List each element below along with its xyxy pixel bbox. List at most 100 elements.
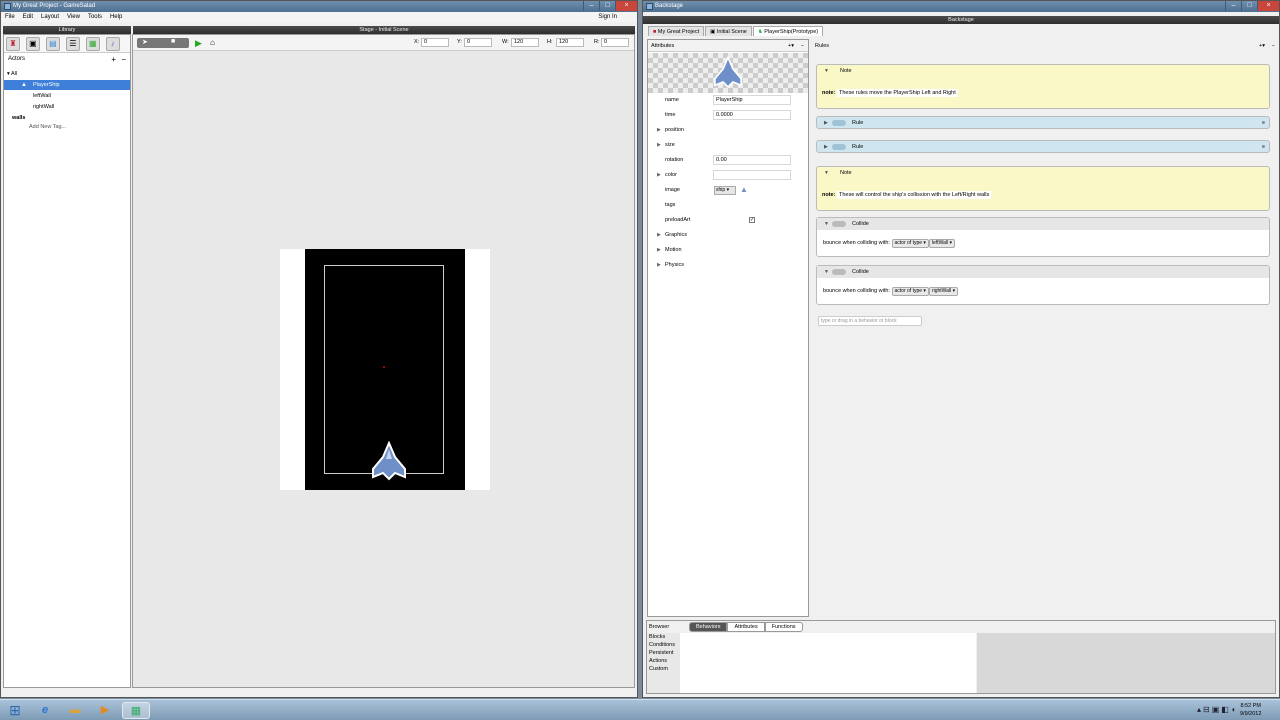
tray-icons[interactable]: ▴⊟▣◧◖ [1197, 705, 1238, 714]
menu-help[interactable]: Help [106, 12, 126, 22]
collapse-all-icon[interactable]: ▾ [7, 71, 10, 77]
tree-all[interactable]: All [11, 71, 17, 77]
rule-block-2[interactable]: ▶ Rule ≡ [816, 140, 1270, 153]
arrow-tool-icon[interactable]: ➤ [142, 38, 148, 46]
start-button[interactable]: ⊞ [3, 702, 27, 719]
behavior-toggle[interactable] [832, 269, 846, 275]
add-rule-button[interactable]: +▾ [1259, 40, 1265, 52]
media-player-icon[interactable]: ▶ [93, 702, 117, 719]
behavior-drop-input[interactable]: type or drag in a behavior or block [818, 316, 922, 326]
menu-tools[interactable]: Tools [84, 12, 106, 22]
clock-time[interactable]: 8:52 PM [1240, 702, 1261, 710]
explorer-folder-icon[interactable]: ▬ [63, 702, 87, 719]
tree-item-playership[interactable]: ▲ PlayerShip [4, 80, 130, 90]
rotation-input[interactable]: 0.00 [713, 155, 791, 165]
sign-in-link[interactable]: Sign In [594, 12, 621, 22]
attr-color[interactable]: ▶ color [648, 169, 808, 181]
tree-item-rightwall[interactable]: rightWall [4, 102, 130, 112]
scenes-tab-icon[interactable]: ▣ [25, 37, 40, 51]
category-persistent[interactable]: Persistent [649, 649, 680, 657]
remove-actor-button[interactable]: − [121, 55, 126, 64]
close-button[interactable]: × [1257, 1, 1279, 11]
attr-position[interactable]: ▶ position [648, 124, 808, 136]
rule-toggle[interactable] [832, 144, 846, 150]
category-conditions[interactable]: Conditions [649, 641, 680, 649]
y-input[interactable]: 0 [464, 38, 492, 47]
internet-explorer-icon[interactable]: e [33, 702, 57, 719]
menu-view[interactable]: View [63, 12, 84, 22]
images-tab-icon[interactable]: ▤ [45, 37, 60, 51]
attr-size[interactable]: ▶ size [648, 139, 808, 151]
add-new-tag[interactable]: Add New Tag... [29, 124, 66, 130]
close-button[interactable]: × [615, 1, 637, 11]
drag-handle-icon[interactable]: ≡ [1262, 141, 1265, 153]
window-titlebar[interactable]: My Great Project - GameSalad [1, 1, 637, 12]
maximize-button[interactable]: □ [599, 1, 615, 11]
note-text[interactable]: These will control the ship's collission… [836, 191, 992, 199]
browser-list[interactable] [680, 633, 976, 693]
time-input[interactable]: 0.0000 [713, 110, 791, 120]
collide-block-2[interactable]: ▼ Collide bounce when colliding with: act… [816, 265, 1270, 305]
tab-attributes[interactable]: Attributes [727, 622, 765, 632]
expand-icon[interactable]: ▶ [824, 141, 828, 153]
play-icon[interactable]: ▶ [195, 38, 202, 49]
note-block-1[interactable]: ▼ Note note: These rules move the PlayerS… [816, 64, 1270, 109]
category-custom[interactable]: Custom [649, 665, 680, 673]
tab-scene[interactable]: ▣ Initial Scene [705, 26, 752, 36]
tree-item-leftwall[interactable]: leftWall [4, 91, 130, 101]
collapse-icon[interactable]: ▼ [824, 167, 829, 179]
sounds-tab-icon[interactable]: ♪ [105, 37, 120, 51]
behavior-toggle[interactable] [832, 221, 846, 227]
color-swatch[interactable] [713, 170, 791, 180]
collide-block-1[interactable]: ▼ Collide bounce when colliding with: act… [816, 217, 1270, 257]
camera-tool-icon[interactable]: ■ [171, 38, 175, 45]
h-input[interactable]: 120 [556, 38, 584, 47]
menu-edit[interactable]: Edit [19, 12, 37, 22]
image-select[interactable]: ship ▾ [714, 186, 736, 195]
tag-walls[interactable]: walls [12, 115, 25, 121]
behaviors-tab-icon[interactable]: ☰ [65, 37, 80, 51]
clock-date[interactable]: 9/9/2012 [1240, 710, 1261, 718]
playership-actor[interactable] [367, 441, 411, 483]
name-input[interactable]: PlayerShip [713, 95, 791, 105]
rule-toggle[interactable] [832, 120, 846, 126]
media-tab-icon[interactable]: ▦ [85, 37, 100, 51]
add-actor-button[interactable]: + [111, 55, 116, 64]
window-titlebar[interactable]: Backstage [643, 1, 1279, 12]
actor-type-select[interactable]: actor of type ▾ [891, 239, 929, 248]
minimize-button[interactable]: – [583, 1, 599, 11]
attr-graphics[interactable]: ▶ Graphics [648, 229, 808, 241]
tab-behaviors[interactable]: Behaviors [689, 622, 728, 632]
r-input[interactable]: 0 [601, 38, 629, 47]
actor-type-select[interactable]: actor of type ▾ [891, 287, 929, 296]
menu-layout[interactable]: Layout [37, 12, 63, 22]
remove-attribute-button[interactable]: − [801, 40, 804, 52]
gamesalad-taskbar-icon[interactable]: ▦ [122, 702, 150, 719]
tab-actor[interactable]: ♞ PlayerShip(Prototype) [752, 26, 824, 36]
reset-icon[interactable]: ⌂ [210, 38, 215, 47]
note-text[interactable]: These rules move the PlayerShip Left and… [836, 89, 958, 97]
maximize-button[interactable]: □ [1241, 1, 1257, 11]
x-input[interactable]: 0 [421, 38, 449, 47]
collide-target-select[interactable]: rightWall ▾ [928, 287, 959, 296]
w-input[interactable]: 120 [511, 38, 539, 47]
collide-target-select[interactable]: leftWall ▾ [928, 239, 956, 248]
collapse-icon[interactable]: ▼ [824, 65, 829, 77]
drag-handle-icon[interactable]: ≡ [1262, 117, 1265, 129]
expand-icon[interactable]: ▶ [824, 117, 828, 129]
collapse-icon[interactable]: ▼ [824, 266, 829, 278]
category-blocks[interactable]: Blocks [649, 633, 680, 641]
note-block-2[interactable]: ▼ Note note: These will control the ship'… [816, 166, 1270, 211]
attr-physics[interactable]: ▶ Physics [648, 259, 808, 271]
rule-block-1[interactable]: ▶ Rule ≡ [816, 116, 1270, 129]
minimize-button[interactable]: – [1225, 1, 1241, 11]
actors-tab-icon[interactable]: ♜ [6, 37, 20, 51]
preloadart-checkbox[interactable]: ✓ [749, 217, 755, 223]
category-actions[interactable]: Actions [649, 657, 680, 665]
scene-canvas[interactable] [305, 249, 465, 490]
tab-project[interactable]: ■ My Great Project [648, 26, 705, 36]
tab-functions[interactable]: Functions [764, 622, 803, 632]
remove-rule-button[interactable]: − [1272, 40, 1275, 52]
add-attribute-button[interactable]: +▾ [788, 40, 794, 52]
menu-file[interactable]: File [1, 12, 19, 22]
